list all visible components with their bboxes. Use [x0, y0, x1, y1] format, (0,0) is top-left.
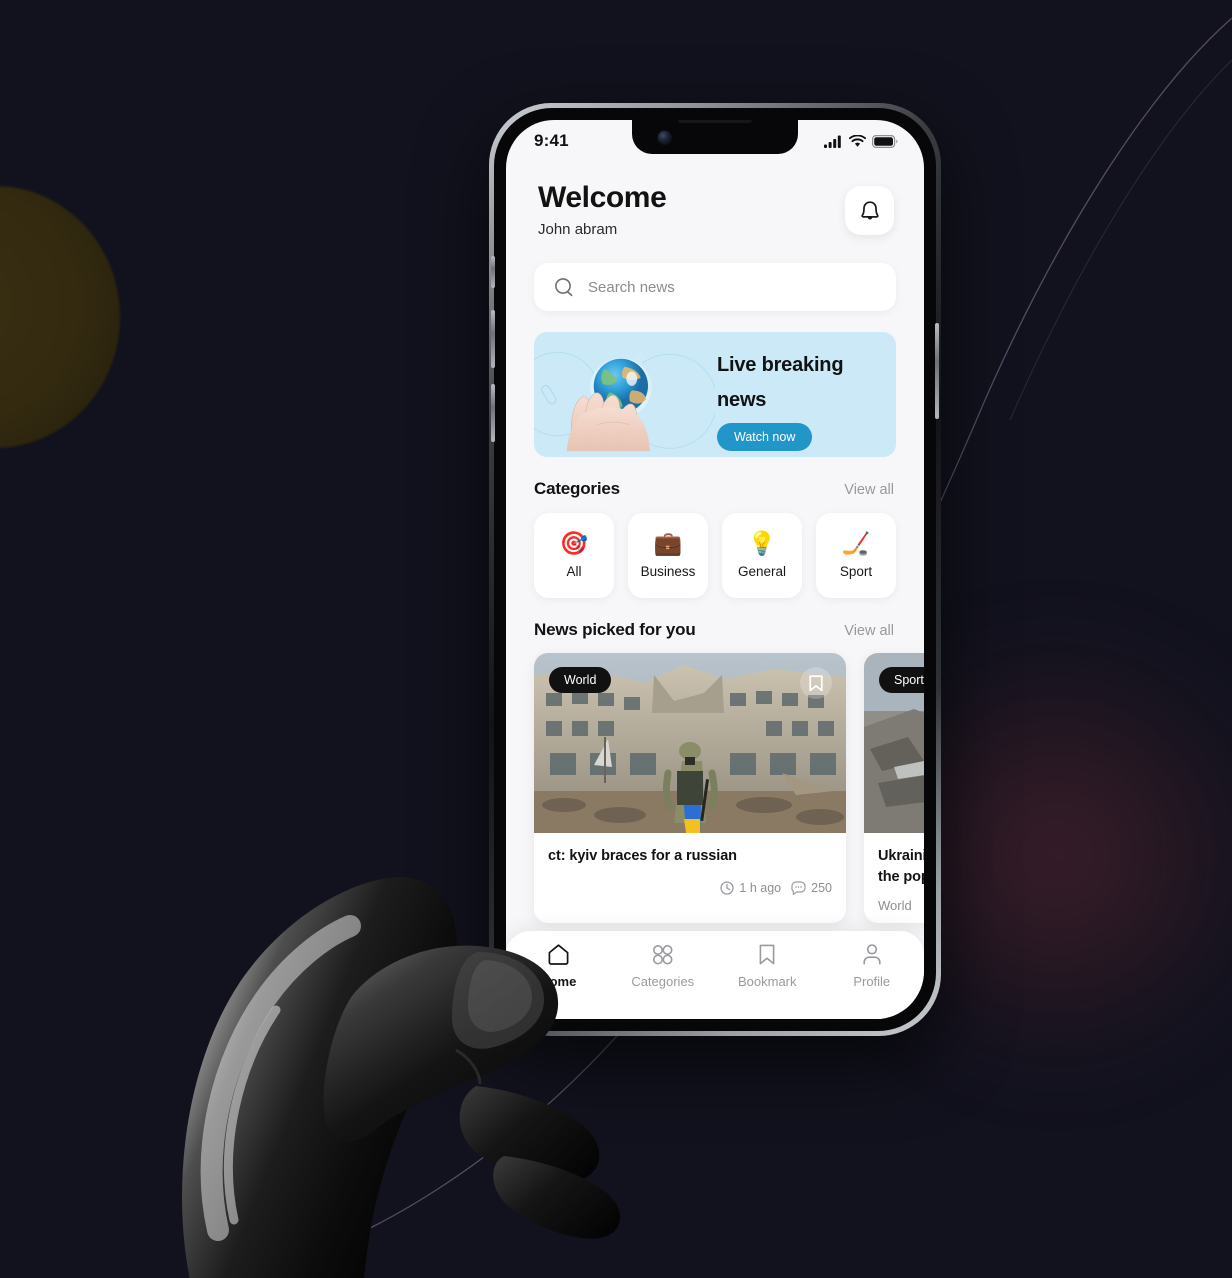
news-card-title-line1: Ukrainian: [878, 848, 924, 865]
news-view-all-link[interactable]: View all: [844, 623, 894, 639]
news-card[interactable]: World ct: kyiv braces for a russian 1 h …: [534, 653, 846, 924]
greeting-block: Welcome John abram: [538, 181, 667, 239]
news-section-header: News picked for you View all: [506, 620, 924, 640]
wifi-icon: [849, 134, 866, 147]
category-item-sport[interactable]: 🏒 Sport: [816, 513, 896, 599]
grid-four-circles-icon: [653, 945, 673, 965]
news-card-time: 1 h ago: [720, 881, 781, 895]
categories-section-header: Categories View all: [506, 479, 924, 499]
news-card-title-line2: the popul: [878, 869, 924, 886]
watch-now-button[interactable]: Watch now: [717, 423, 813, 452]
news-card-badge: World: [549, 667, 612, 694]
category-label: General: [737, 564, 787, 580]
hockey-stick-icon: 🏒: [841, 530, 871, 557]
news-card-meta: 1 h ago 250: [548, 881, 832, 896]
banner-title-line2: news: [717, 388, 767, 411]
bottom-navigation: Home Categories Bookmark Profile: [506, 931, 924, 1019]
comment-icon: [791, 881, 806, 896]
signal-bars-icon: [824, 135, 841, 148]
user-name: John abram: [538, 221, 618, 239]
news-card[interactable]: Sport Ukrainian the popul World: [864, 653, 924, 924]
news-card-list[interactable]: World ct: kyiv braces for a russian 1 h …: [506, 653, 924, 924]
category-label: Sport: [839, 564, 873, 580]
bookmark-icon: [759, 944, 775, 965]
battery-icon: [872, 134, 898, 148]
idea-lightbulb-icon: 💡: [747, 530, 777, 557]
category-label: All: [566, 564, 582, 580]
status-time: 9:41: [534, 131, 569, 150]
clock-icon: [720, 881, 735, 896]
nav-label: Profile: [853, 974, 891, 989]
category-label: Business: [640, 564, 696, 580]
bell-icon: [860, 200, 879, 219]
banner-illustration: [534, 332, 718, 457]
bookmark-icon: [809, 675, 823, 692]
news-card-body: ct: kyiv braces for a russian 1 h ago 25…: [534, 833, 846, 905]
categories-title: Categories: [534, 479, 620, 499]
notch: [632, 120, 798, 154]
news-card-source: World: [878, 898, 912, 914]
category-item-business[interactable]: 💼 Business: [628, 513, 708, 599]
news-card-image: Sport: [864, 653, 924, 834]
phone-screen: 9:41 Welcome John abram Search news Live…: [506, 120, 924, 1019]
news-card-image: World: [534, 653, 846, 834]
live-breaking-news-banner[interactable]: Live breaking news Watch now: [534, 332, 896, 458]
news-title: News picked for you: [534, 620, 696, 640]
nav-label: Categories: [631, 974, 695, 989]
hands-holding-globe-art: [534, 350, 718, 452]
front-camera: [658, 131, 671, 144]
home-icon: [548, 944, 569, 965]
nav-label: Bookmark: [737, 974, 797, 989]
notifications-button[interactable]: [845, 186, 894, 235]
banner-title-line1: Live breaking: [717, 354, 844, 377]
person-icon: [863, 944, 881, 965]
nav-label: Home: [540, 974, 577, 989]
search-icon: [555, 278, 573, 297]
search-bar[interactable]: Search news: [534, 263, 896, 312]
search-input[interactable]: Search news: [588, 279, 675, 296]
category-item-all[interactable]: 🎯 All: [534, 513, 614, 599]
nav-item-profile[interactable]: Profile: [820, 943, 925, 989]
news-card-body: Ukrainian the popul World: [864, 833, 924, 923]
categories-view-all-link[interactable]: View all: [844, 482, 894, 498]
earpiece-speaker: [678, 120, 752, 123]
news-card-title: ct: kyiv braces for a russian: [548, 848, 737, 865]
phone-body: 9:41 Welcome John abram Search news Live…: [491, 108, 939, 1031]
page-title: Welcome: [538, 181, 667, 214]
volume-up-button[interactable]: [491, 310, 495, 368]
app-header: Welcome John abram: [506, 160, 924, 238]
nav-item-home[interactable]: Home: [506, 943, 611, 989]
news-app: Welcome John abram Search news Live brea…: [506, 120, 924, 1019]
power-button[interactable]: [935, 323, 939, 419]
phone-mockup: 9:41 Welcome John abram Search news Live…: [489, 103, 941, 1036]
phone-frame: 9:41 Welcome John abram Search news Live…: [489, 103, 941, 1036]
news-card-badge: Sport: [879, 667, 924, 694]
nav-item-categories[interactable]: Categories: [611, 943, 716, 989]
category-item-general[interactable]: 💡 General: [722, 513, 802, 599]
banner-text: Live breaking news Watch now: [715, 332, 896, 457]
briefcase-icon: 💼: [653, 530, 683, 557]
mute-switch[interactable]: [491, 256, 495, 288]
dart-target-icon: 🎯: [559, 530, 589, 557]
news-card-comments: 250: [791, 881, 832, 896]
categories-list: 🎯 All 💼 Business 💡 General 🏒 Sport: [506, 513, 924, 599]
nav-item-bookmark[interactable]: Bookmark: [715, 943, 820, 989]
news-card-comment-count: 250: [811, 881, 832, 896]
news-card-time-label: 1 h ago: [739, 881, 782, 896]
status-indicators: [824, 134, 898, 148]
volume-down-button[interactable]: [491, 384, 495, 442]
